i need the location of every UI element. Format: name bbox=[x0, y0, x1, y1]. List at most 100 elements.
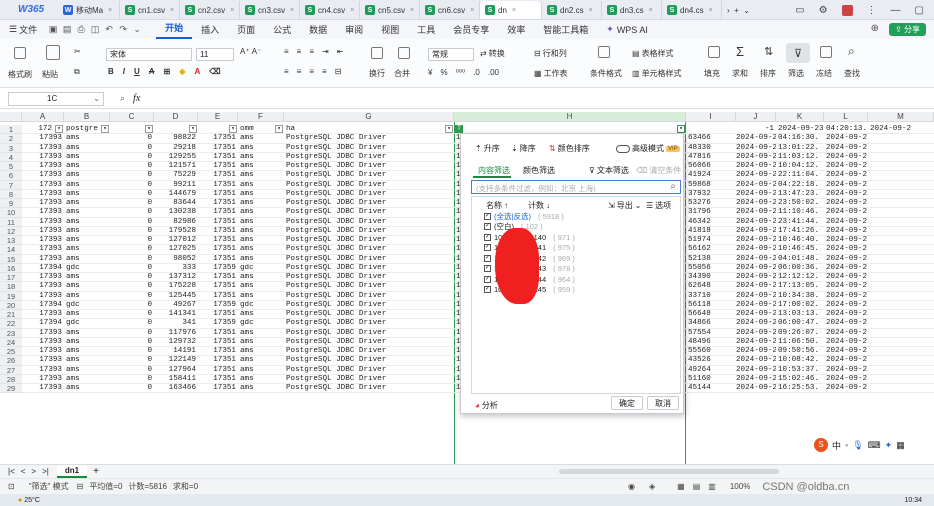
table-cell[interactable]: 75229 bbox=[154, 171, 198, 181]
menu-file[interactable]: 文件 bbox=[19, 23, 46, 36]
table-cell[interactable]: ams bbox=[64, 162, 110, 172]
bold-icon[interactable]: B bbox=[108, 67, 114, 76]
table-cell[interactable]: ams bbox=[238, 273, 284, 283]
number-format-select[interactable]: 常规 bbox=[428, 48, 474, 61]
table-cell[interactable]: 2024-09-23 bbox=[736, 190, 776, 199]
row-header[interactable]: 18 bbox=[0, 282, 22, 292]
table-cell[interactable]: 17351 bbox=[198, 338, 238, 347]
header-cell-J[interactable]: -1 bbox=[736, 125, 776, 135]
table-cell[interactable]: 16:25:53. bbox=[776, 384, 824, 394]
font-color-icon[interactable]: A bbox=[194, 67, 200, 76]
table-cell[interactable]: ams bbox=[64, 273, 110, 283]
table-cell[interactable]: PostgreSQL JDBC Driver bbox=[284, 218, 454, 227]
align-left-icon[interactable]: ≡ bbox=[284, 67, 289, 76]
table-cell[interactable]: ams bbox=[238, 190, 284, 199]
filter-icon[interactable]: ⊽ bbox=[786, 43, 810, 63]
close-tab-icon[interactable]: × bbox=[649, 7, 653, 14]
table-cell[interactable]: 52138 bbox=[686, 255, 736, 264]
table-cell[interactable]: gdc bbox=[238, 264, 284, 273]
sort-desc-button[interactable]: ⇣ 降序 bbox=[511, 143, 536, 154]
close-tab-icon[interactable]: × bbox=[512, 7, 516, 14]
freeze-icon[interactable] bbox=[820, 46, 832, 58]
table-cell[interactable]: 17393 bbox=[22, 347, 64, 357]
table-cell[interactable]: 2024-09-23 bbox=[736, 144, 776, 153]
table-cell[interactable]: 2024-09-23 bbox=[736, 264, 776, 273]
table-cell[interactable]: gdc bbox=[64, 319, 110, 329]
header-cell-E[interactable]: ▾ bbox=[198, 125, 238, 135]
table-cell[interactable] bbox=[868, 181, 934, 190]
table-cell[interactable]: 17393 bbox=[22, 171, 64, 181]
ime-lang-icon[interactable]: 中 bbox=[832, 439, 841, 452]
row-header[interactable]: 16 bbox=[0, 263, 22, 273]
table-cell[interactable]: ams bbox=[64, 227, 110, 236]
table-cell[interactable]: 17393 bbox=[22, 273, 64, 283]
wps-ai-button[interactable]: ✦ WPS AI bbox=[597, 24, 657, 35]
checkbox-checked-icon[interactable]: ✓ bbox=[484, 265, 491, 273]
freeze-button[interactable]: 冻结 bbox=[816, 68, 832, 79]
table-cell[interactable]: 09:26:07. bbox=[776, 329, 824, 338]
table-style-button[interactable]: ▤ 表格样式 bbox=[632, 48, 674, 59]
cond-format-button[interactable]: 条件格式 bbox=[590, 68, 622, 79]
table-cell[interactable]: 2024-09-23 bbox=[736, 171, 776, 181]
fx-icon[interactable]: fx bbox=[133, 93, 140, 104]
table-cell[interactable]: 2024-09-24 bbox=[736, 245, 776, 255]
file-tab-4[interactable]: Scn4.csv × bbox=[300, 1, 360, 19]
copy-icon[interactable]: ⧉ bbox=[74, 67, 80, 77]
row-header[interactable]: 27 bbox=[0, 365, 22, 375]
table-cell[interactable]: ams bbox=[238, 375, 284, 384]
table-cell[interactable]: 129732 bbox=[154, 338, 198, 347]
table-cell[interactable]: PostgreSQL JDBC Driver bbox=[284, 134, 454, 144]
table-cell[interactable]: 17393 bbox=[22, 338, 64, 347]
table-cell[interactable]: 2024-09-24 bbox=[736, 273, 776, 283]
zoom-formula-icon[interactable]: ⌕ bbox=[120, 93, 125, 104]
file-tab-0[interactable]: W 移动Ma × bbox=[58, 1, 120, 19]
table-cell[interactable]: 137312 bbox=[154, 273, 198, 283]
page-view-icon[interactable]: ▤ bbox=[693, 482, 701, 491]
row-header[interactable]: 23 bbox=[0, 328, 22, 338]
convert-button[interactable]: ⇄ 转换 bbox=[480, 48, 505, 59]
table-cell[interactable]: 2024-09-2 bbox=[824, 255, 868, 264]
menu-icon[interactable]: ⋮ bbox=[867, 5, 877, 16]
row-header[interactable]: 7 bbox=[0, 180, 22, 190]
table-cell[interactable] bbox=[868, 245, 934, 255]
table-cell[interactable]: 17393 bbox=[22, 329, 64, 338]
table-cell[interactable]: 0 bbox=[110, 301, 154, 310]
table-cell[interactable]: 17351 bbox=[198, 356, 238, 366]
table-cell[interactable]: 06:00:47. bbox=[776, 319, 824, 329]
sort-by-count-button[interactable]: 计数 ↓ bbox=[528, 200, 550, 211]
table-cell[interactable]: 43526 bbox=[686, 356, 736, 366]
table-cell[interactable]: PostgreSQL JDBC Driver bbox=[284, 273, 454, 283]
table-cell[interactable]: 11:03:12. bbox=[776, 153, 824, 162]
table-cell[interactable]: 127964 bbox=[154, 366, 198, 375]
table-cell[interactable] bbox=[868, 310, 934, 320]
filter-dropdown-icon[interactable]: ▾ bbox=[677, 125, 685, 133]
table-cell[interactable]: PostgreSQL JDBC Driver bbox=[284, 245, 454, 255]
table-cell[interactable]: 17351 bbox=[198, 181, 238, 190]
row-header[interactable]: 6 bbox=[0, 171, 22, 181]
filter-dropdown-icon[interactable]: ▾ bbox=[275, 125, 283, 133]
table-cell[interactable]: 2024-09-2 bbox=[824, 375, 868, 384]
table-cell[interactable]: 0 bbox=[110, 181, 154, 190]
merge-icon[interactable] bbox=[398, 47, 410, 59]
table-cell[interactable]: 17:13:05. bbox=[776, 282, 824, 292]
table-cell[interactable]: 0 bbox=[110, 171, 154, 181]
table-cell[interactable]: 56066 bbox=[686, 162, 736, 172]
table-cell[interactable]: ams bbox=[64, 208, 110, 218]
table-cell[interactable]: 2024-09-2 bbox=[824, 273, 868, 283]
cancel-button[interactable]: 取消 bbox=[647, 396, 679, 410]
cut-icon[interactable]: ✂ bbox=[74, 47, 81, 56]
table-cell[interactable]: 17351 bbox=[198, 171, 238, 181]
align-top-icon[interactable]: ≡ bbox=[284, 47, 289, 56]
close-tab-icon[interactable]: × bbox=[410, 7, 414, 14]
table-cell[interactable]: 0 bbox=[110, 255, 154, 264]
close-tab-icon[interactable]: × bbox=[170, 7, 174, 14]
table-cell[interactable]: 17393 bbox=[22, 384, 64, 394]
percent-icon[interactable]: % bbox=[440, 68, 447, 77]
table-cell[interactable]: 13:47:23. bbox=[776, 190, 824, 199]
table-cell[interactable]: 33710 bbox=[686, 292, 736, 301]
table-cell[interactable]: 23:41:44. bbox=[776, 218, 824, 227]
table-cell[interactable]: ams bbox=[64, 144, 110, 153]
table-cell[interactable]: 341 bbox=[154, 319, 198, 329]
table-cell[interactable]: 2024-09-2 bbox=[824, 356, 868, 366]
table-cell[interactable]: 14191 bbox=[154, 347, 198, 357]
